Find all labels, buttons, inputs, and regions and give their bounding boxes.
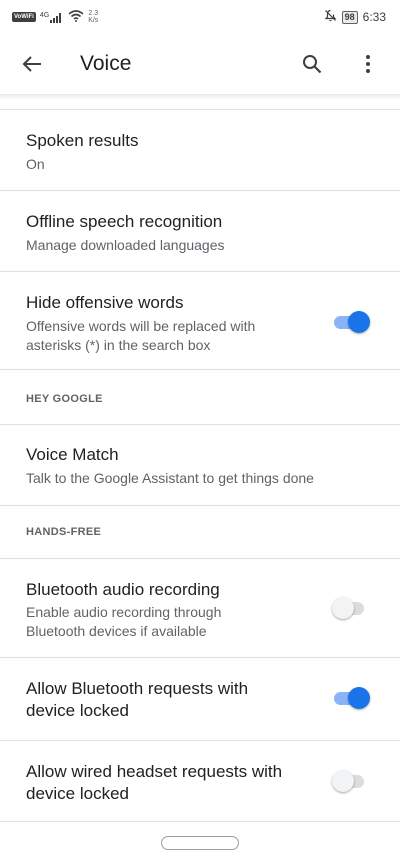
setting-title-line2: device locked [26,784,130,803]
setting-subtitle-line2: Bluetooth devices if available [26,623,207,639]
app-bar-shadow [0,94,400,100]
setting-spoken-results[interactable]: Spoken results On [0,110,400,190]
setting-subtitle-line1: Offensive words will be replaced with [26,318,256,334]
setting-title: Spoken results [26,131,139,150]
setting-hide-offensive-words[interactable]: Hide offensive words Offensive words wil… [0,272,400,369]
wired-headset-requests-toggle[interactable] [332,770,372,792]
toggle-thumb [348,687,370,709]
toggle-thumb [332,597,354,619]
status-time: 6:33 [362,10,386,24]
setting-title-line2: device locked [26,701,130,720]
setting-voice-match[interactable]: Voice Match Talk to the Google Assistant… [0,425,400,505]
setting-title: Offline speech recognition [26,212,223,231]
divider [0,505,400,506]
setting-bluetooth-requests-locked[interactable]: Allow Bluetooth requests with device loc… [0,658,400,740]
more-vert-icon [366,55,370,73]
setting-subtitle-line1: Enable audio recording through [26,604,222,620]
setting-title: Hide offensive words [26,293,184,312]
setting-subtitle: Talk to the Google Assistant to get thin… [26,470,314,486]
page-title: Voice [80,52,132,75]
setting-bluetooth-audio-recording[interactable]: Bluetooth audio recording Enable audio r… [0,559,400,657]
battery-icon: 98 [341,10,358,24]
data-speed: 2.3 K/s [88,10,98,24]
search-icon [303,55,322,74]
do-not-disturb-icon [324,9,337,25]
gesture-navigation-pill[interactable] [161,836,239,850]
divider [0,821,400,822]
back-button[interactable] [18,50,46,78]
bluetooth-audio-recording-toggle[interactable] [332,597,372,619]
more-options-button[interactable] [356,50,380,78]
setting-subtitle: Manage downloaded languages [26,237,225,253]
setting-title: Voice Match [26,445,119,464]
app-bar: Voice [0,34,400,94]
setting-title-line1: Allow Bluetooth requests with [26,679,249,698]
network-type: 4G [39,11,50,19]
setting-subtitle: On [26,156,45,172]
search-button[interactable] [298,50,326,78]
setting-wired-headset-requests-locked[interactable]: Allow wired headset requests with device… [0,741,400,821]
bluetooth-requests-toggle[interactable] [332,687,372,709]
battery-level: 98 [344,12,355,22]
setting-title: Bluetooth audio recording [26,580,220,599]
data-speed-unit: K/s [88,17,99,24]
status-bar: VoWiFi 4G 2.3 K/s 98 6:33 [0,0,400,34]
divider [0,369,400,370]
setting-offline-speech-recognition[interactable]: Offline speech recognition Manage downlo… [0,191,400,271]
toggle-thumb [348,311,370,333]
hide-offensive-words-toggle[interactable] [332,311,372,333]
toggle-thumb [332,770,354,792]
wifi-icon [68,9,84,25]
status-right: 98 6:33 [324,9,386,25]
status-left: VoWiFi 4G 2.3 K/s [12,9,98,25]
vowifi-badge: VoWiFi [12,12,36,22]
back-arrow-icon [22,56,41,72]
setting-title-line1: Allow wired headset requests with [26,762,283,781]
signal-icon: 4G [40,12,64,23]
setting-subtitle-line2: asterisks (*) in the search box [26,337,211,353]
section-header-hey-google: HEY GOOGLE [26,393,103,405]
data-speed-value: 2.3 [88,10,99,17]
section-header-hands-free: HANDS-FREE [26,526,102,538]
